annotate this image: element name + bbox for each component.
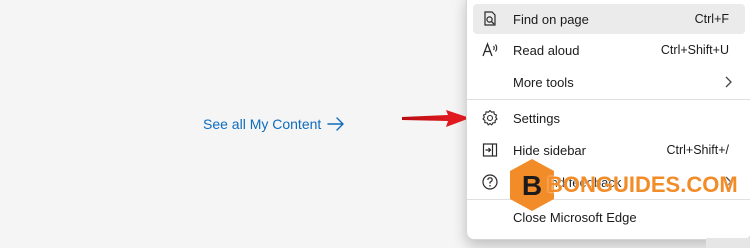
menu-item-label: Settings (513, 110, 560, 126)
find-on-page-icon (481, 10, 499, 28)
menu-item-label: More tools (513, 74, 574, 90)
help-icon (481, 173, 499, 191)
chevron-right-icon (723, 75, 733, 89)
menu-item-read-aloud[interactable]: Read aloud Ctrl+Shift+U (473, 35, 745, 65)
see-all-content-label: See all My Content (203, 116, 322, 132)
menu-item-shortcut: Ctrl+Shift+U (660, 43, 729, 57)
chevron-right-icon (723, 175, 733, 189)
menu-item-find-on-page[interactable]: Find on page Ctrl+F (473, 4, 745, 34)
page-scrollbar-corner (706, 238, 750, 248)
arrow-right-icon (327, 117, 344, 131)
menu-divider (467, 99, 750, 100)
read-aloud-icon (481, 41, 499, 59)
menu-item-label: Read aloud (513, 42, 580, 58)
browser-settings-menu: Find on page Ctrl+F Read aloud Ctrl+Shif… (466, 0, 750, 240)
browser-page: See all My Content Find on page Ctrl+F R… (0, 0, 750, 248)
menu-item-shortcut: Ctrl+F (694, 12, 729, 26)
red-pointer-arrow-icon (402, 110, 470, 127)
menu-item-label: Close Microsoft Edge (513, 209, 637, 225)
menu-item-label: Help and feedback (513, 174, 622, 190)
menu-item-settings[interactable]: Settings (473, 103, 745, 133)
gear-icon (481, 109, 499, 127)
see-all-content-link[interactable]: See all My Content (203, 116, 345, 132)
menu-item-more-tools[interactable]: More tools (473, 67, 745, 97)
menu-item-shortcut: Ctrl+Shift+/ (666, 143, 729, 157)
menu-item-close-edge[interactable]: Close Microsoft Edge (473, 202, 745, 232)
menu-item-label: Hide sidebar (513, 142, 586, 158)
menu-divider (467, 199, 750, 200)
menu-item-label: Find on page (513, 11, 589, 27)
menu-item-help-feedback[interactable]: Help and feedback (473, 167, 745, 197)
menu-item-hide-sidebar[interactable]: Hide sidebar Ctrl+Shift+/ (473, 135, 745, 165)
hide-sidebar-icon (481, 141, 499, 159)
